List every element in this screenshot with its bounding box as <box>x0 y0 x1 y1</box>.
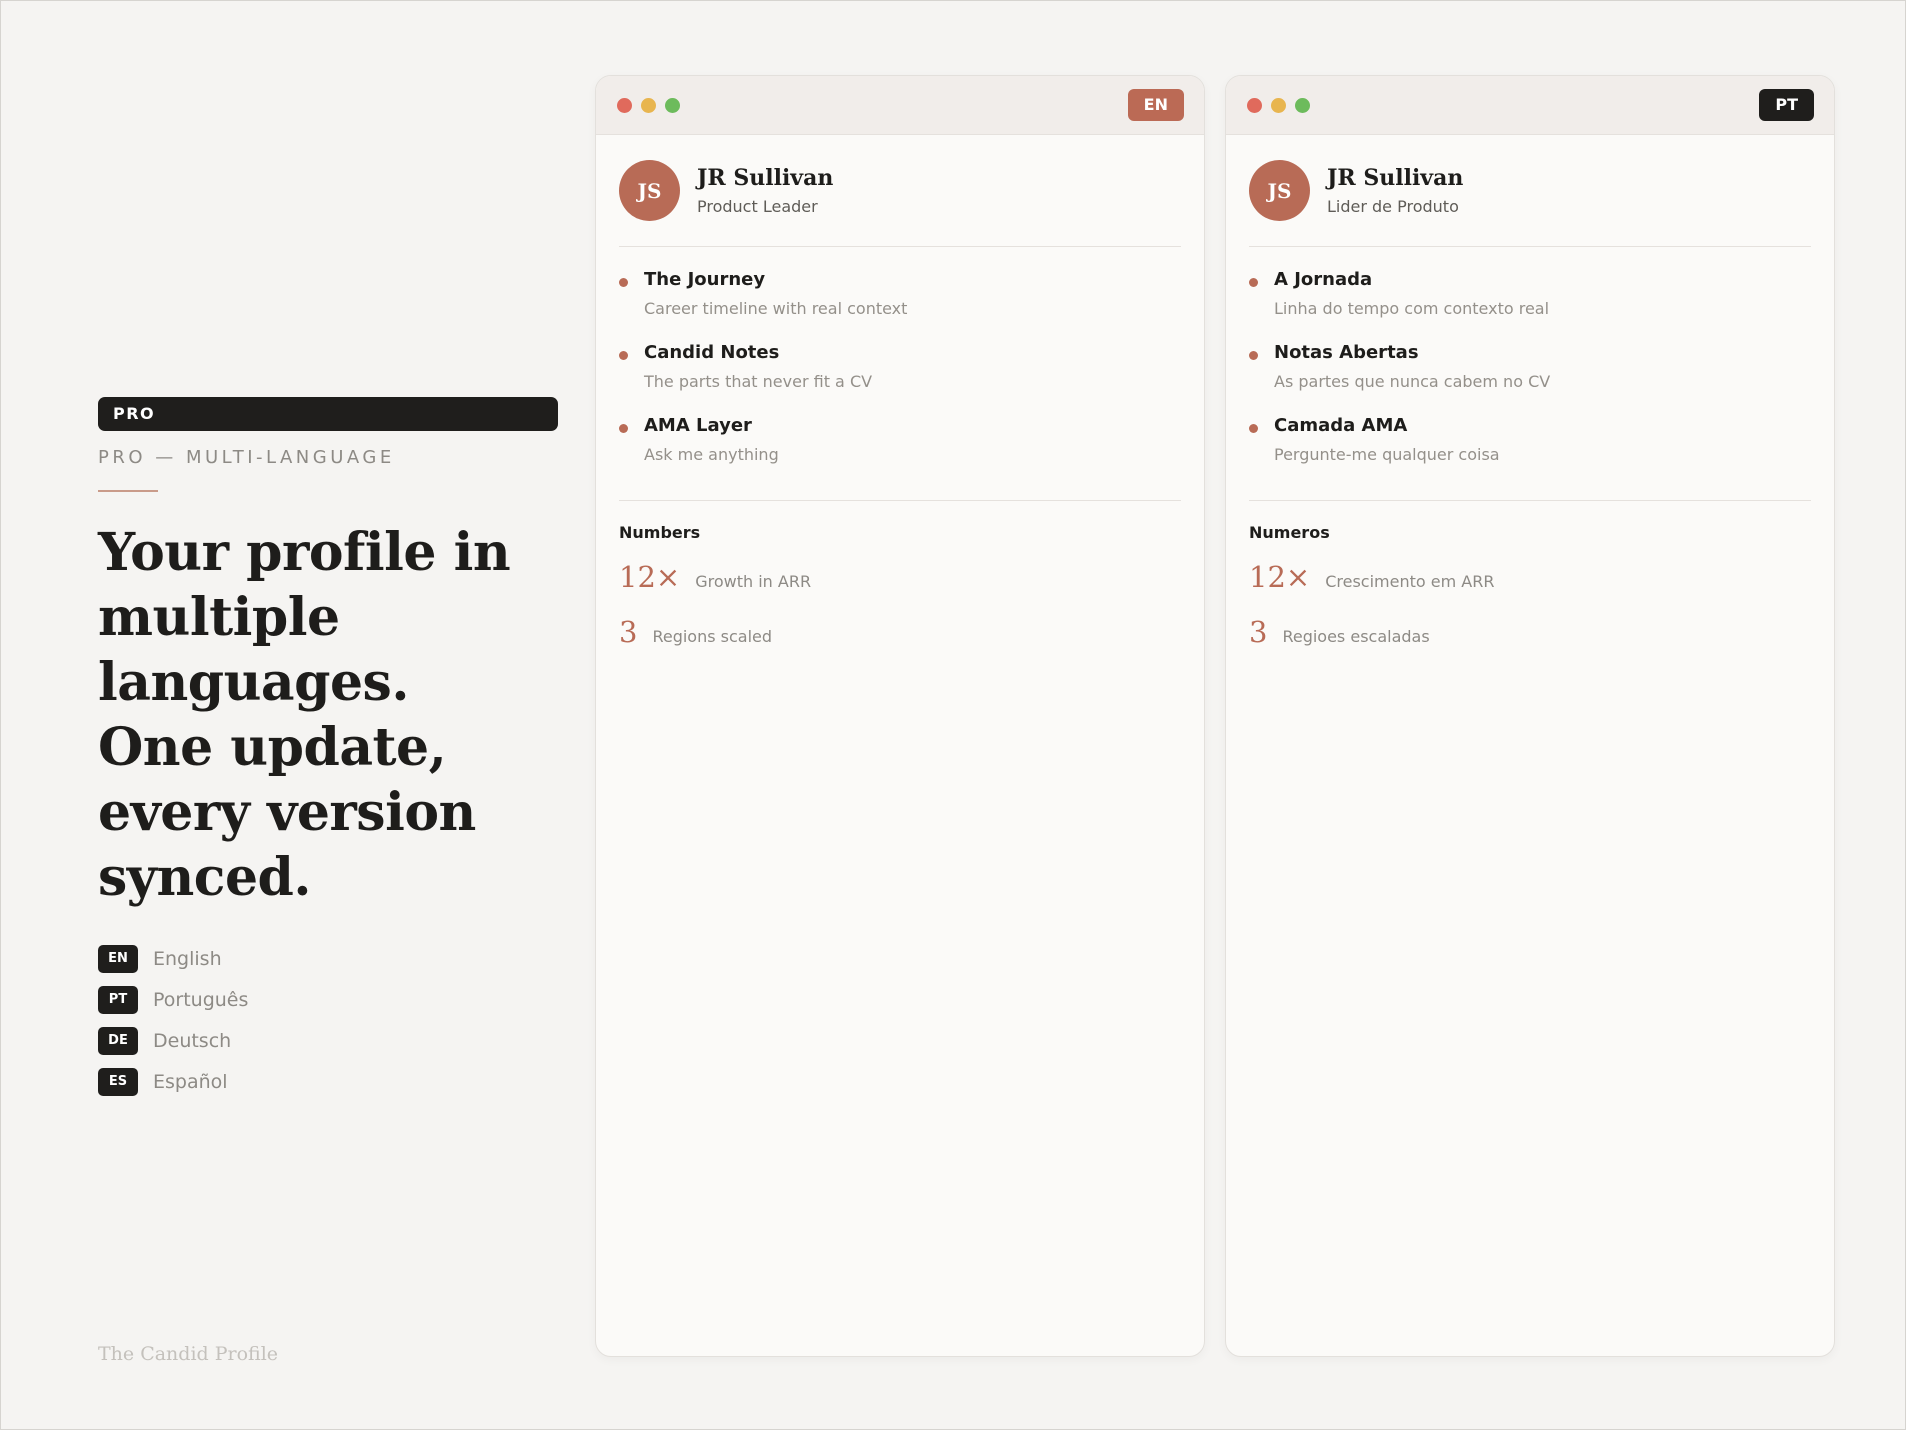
feature-title: AMA Layer <box>644 415 752 436</box>
minimize-dot-icon[interactable] <box>641 98 656 113</box>
profile-window-en: EN JS JR Sullivan Product Leader The Jou… <box>595 75 1205 1357</box>
stat-value: 3 <box>1249 615 1268 649</box>
feature-item[interactable]: Notas Abertas As partes que nunca cabem … <box>1249 342 1811 415</box>
stat-row: 3 Regioes escaladas <box>1249 615 1811 652</box>
bullet-dot-icon <box>1249 351 1258 360</box>
maximize-dot-icon[interactable] <box>1295 98 1310 113</box>
close-dot-icon[interactable] <box>617 98 632 113</box>
stat-row: 12× Crescimento em ARR <box>1249 560 1811 597</box>
profile-window-pt: PT JS JR Sullivan Lider de Produto A Jor… <box>1225 75 1835 1357</box>
feature-list: The Journey Career timeline with real co… <box>619 247 1181 501</box>
pro-badge: PRO <box>98 397 558 431</box>
window-titlebar: EN <box>596 76 1204 135</box>
stat-row: 3 Regions scaled <box>619 615 1181 652</box>
language-code-badge: ES <box>98 1067 138 1096</box>
language-item-de[interactable]: DE Deutsch <box>98 1020 558 1061</box>
profile-header: JS JR Sullivan Lider de Produto <box>1249 135 1811 247</box>
avatar: JS <box>1249 160 1310 221</box>
feature-title: Camada AMA <box>1274 415 1408 436</box>
feature-item[interactable]: AMA Layer Ask me anything <box>619 415 1181 488</box>
bullet-dot-icon <box>619 278 628 287</box>
stat-row: 12× Growth in ARR <box>619 560 1181 597</box>
stat-label: Crescimento em ARR <box>1325 572 1495 591</box>
stat-value: 3 <box>619 615 638 649</box>
language-item-en[interactable]: EN English <box>98 938 558 979</box>
feature-item[interactable]: A Jornada Linha do tempo com contexto re… <box>1249 269 1811 342</box>
language-code-badge: PT <box>98 985 138 1014</box>
eyebrow-label: PRO — MULTI-LANGUAGE <box>98 447 395 468</box>
avatar: JS <box>619 160 680 221</box>
feature-title: Notas Abertas <box>1274 342 1419 363</box>
language-code-badge: EN <box>98 944 138 973</box>
language-name: Português <box>153 988 249 1011</box>
feature-title: A Jornada <box>1274 269 1373 290</box>
window-titlebar: PT <box>1226 76 1834 135</box>
stat-value: 12× <box>619 560 681 594</box>
intro-panel: PRO PRO — MULTI-LANGUAGE Your profile in… <box>98 397 558 1102</box>
feature-subtitle: Ask me anything <box>644 445 779 464</box>
profile-name: JR Sullivan <box>697 165 834 191</box>
bullet-dot-icon <box>1249 278 1258 287</box>
profile-role: Product Leader <box>697 197 818 216</box>
feature-subtitle: As partes que nunca cabem no CV <box>1274 372 1551 391</box>
numbers-section: Numbers 12× Growth in ARR 3 Regions scal… <box>619 501 1181 652</box>
language-name: Español <box>153 1070 228 1093</box>
language-item-pt[interactable]: PT Português <box>98 979 558 1020</box>
language-list: EN English PT Português DE Deutsch ES Es… <box>98 938 558 1102</box>
feature-item[interactable]: Camada AMA Pergunte-me qualquer coisa <box>1249 415 1811 488</box>
numbers-heading: Numbers <box>619 523 701 542</box>
feature-subtitle: Career timeline with real context <box>644 299 908 318</box>
numbers-heading: Numeros <box>1249 523 1330 542</box>
numbers-section: Numeros 12× Crescimento em ARR 3 Regioes… <box>1249 501 1811 652</box>
feature-subtitle: The parts that never fit a CV <box>644 372 873 391</box>
language-name: Deutsch <box>153 1029 232 1052</box>
bullet-dot-icon <box>619 424 628 433</box>
profile-header: JS JR Sullivan Product Leader <box>619 135 1181 247</box>
minimize-dot-icon[interactable] <box>1271 98 1286 113</box>
headline: Your profile in multiple languages. One … <box>98 522 511 908</box>
feature-subtitle: Pergunte-me qualquer coisa <box>1274 445 1500 464</box>
feature-item[interactable]: The Journey Career timeline with real co… <box>619 269 1181 342</box>
accent-rule <box>98 490 158 492</box>
feature-list: A Jornada Linha do tempo com contexto re… <box>1249 247 1811 501</box>
language-tag: PT <box>1759 89 1814 121</box>
language-item-es[interactable]: ES Español <box>98 1061 558 1102</box>
feature-item[interactable]: Candid Notes The parts that never fit a … <box>619 342 1181 415</box>
language-code-badge: DE <box>98 1026 138 1055</box>
profile-role: Lider de Produto <box>1327 197 1459 216</box>
stat-label: Regioes escaladas <box>1282 627 1430 646</box>
language-tag: EN <box>1127 89 1184 121</box>
maximize-dot-icon[interactable] <box>665 98 680 113</box>
stat-label: Growth in ARR <box>695 572 812 591</box>
feature-title: The Journey <box>644 269 766 290</box>
language-name: English <box>153 947 222 970</box>
brand-footer: The Candid Profile <box>98 1343 279 1365</box>
profile-name: JR Sullivan <box>1327 165 1464 191</box>
bullet-dot-icon <box>1249 424 1258 433</box>
close-dot-icon[interactable] <box>1247 98 1262 113</box>
feature-title: Candid Notes <box>644 342 780 363</box>
stat-label: Regions scaled <box>652 627 773 646</box>
bullet-dot-icon <box>619 351 628 360</box>
stat-value: 12× <box>1249 560 1311 594</box>
feature-subtitle: Linha do tempo com contexto real <box>1274 299 1550 318</box>
